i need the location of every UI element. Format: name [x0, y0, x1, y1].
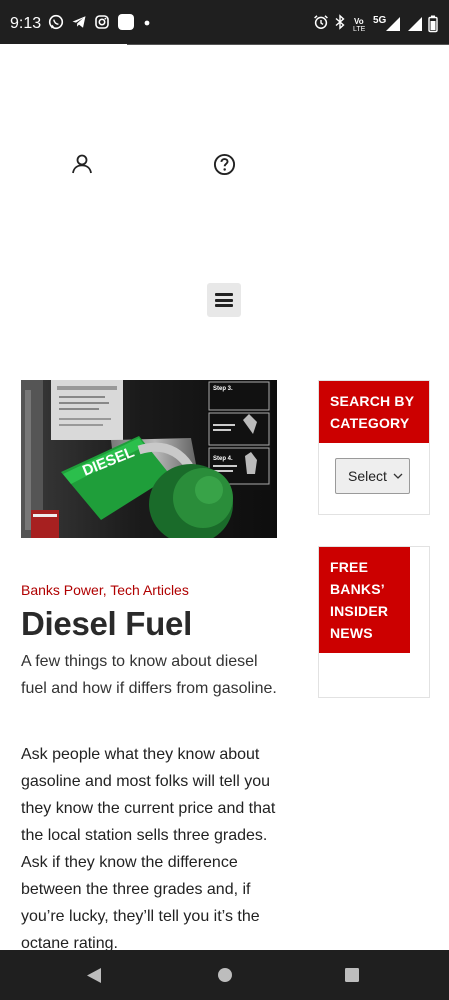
recents-icon[interactable] [344, 967, 360, 983]
help-icon[interactable] [213, 153, 236, 176]
header-divider [127, 44, 449, 45]
insider-news-widget: FREE BANKS’ INSIDER NEWS [318, 546, 430, 698]
whatsapp-icon [48, 14, 64, 30]
account-icon[interactable] [70, 152, 94, 176]
signal-icon [408, 17, 422, 31]
insider-news-title: FREE BANKS’ INSIDER NEWS [319, 547, 410, 653]
back-icon[interactable] [86, 967, 102, 984]
telegram-icon [72, 16, 86, 28]
article-categories: Banks Power, Tech Articles [21, 582, 189, 598]
hamburger-menu-icon[interactable] [207, 283, 241, 317]
category-select[interactable]: Select [335, 458, 410, 494]
article-hero-image[interactable]: Step 3. Step 4. DIESEL [21, 380, 277, 538]
volte-bottom-label: LTE [353, 26, 366, 33]
status-time: 9:13 [10, 15, 42, 32]
menu-bar [215, 304, 233, 307]
battery-icon [428, 15, 438, 33]
search-by-category-widget: SEARCH BY CATEGORY Select [318, 380, 430, 515]
home-icon[interactable] [217, 967, 233, 983]
article-title: Diesel Fuel [21, 605, 192, 642]
bluetooth-icon [335, 14, 345, 30]
chevron-down-icon [393, 473, 403, 479]
category-link-banks-power[interactable]: Banks Power [21, 582, 103, 598]
hero-step-label: Step 4. [213, 456, 233, 462]
system-nav-bar [0, 950, 449, 1000]
menu-bar [215, 293, 233, 296]
article-body: Ask people what they know about gasoline… [21, 746, 276, 952]
app-icon [118, 14, 134, 30]
hero-step-label: Step 3. [213, 386, 233, 392]
search-by-category-title: SEARCH BY CATEGORY [319, 381, 429, 443]
category-link-tech-articles[interactable]: Tech Articles [110, 582, 189, 598]
diesel-pump-illustration: Step 3. Step 4. DIESEL [21, 380, 277, 538]
alarm-icon [314, 15, 328, 29]
category-select-value: Select [348, 468, 387, 484]
signal-icon [386, 17, 400, 31]
instagram-icon [95, 15, 109, 29]
dot-icon [144, 20, 150, 26]
menu-bar [215, 298, 233, 302]
status-bar: 9:13 Vo LTE 5G [0, 0, 449, 44]
article-subtitle: A few things to know about diesel fuel a… [21, 653, 277, 697]
